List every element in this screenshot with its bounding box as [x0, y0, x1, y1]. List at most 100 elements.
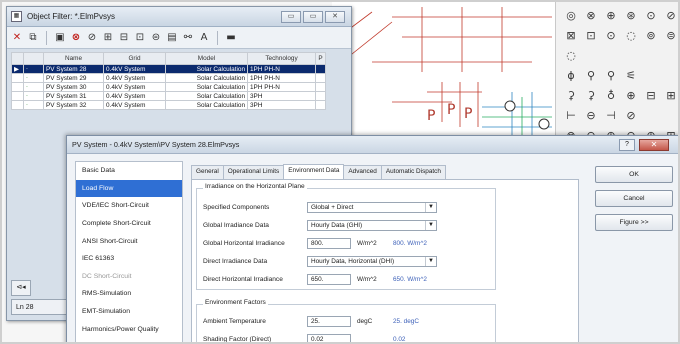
palette-symbol-icon[interactable]: ⊟	[642, 86, 660, 104]
table-row[interactable]: ᐧ PV System 32 0.4kV System Solar Calcul…	[11, 100, 326, 110]
palette-symbol-icon[interactable]	[642, 106, 660, 124]
cell-model[interactable]: Solar Calculation	[165, 82, 248, 92]
save-icon[interactable]: ▬	[225, 31, 237, 45]
palette-symbol-icon[interactable]: ⊜	[662, 26, 678, 44]
nav-item-rms-simulation[interactable]: RMS-Simulation	[76, 285, 182, 303]
calculator-icon[interactable]: ⊜	[150, 31, 162, 45]
cell-grid[interactable]: 0.4kV System	[103, 64, 166, 74]
cell-grid[interactable]: 0.4kV System	[103, 82, 166, 92]
palette-symbol-icon[interactable]: ⊙	[642, 6, 660, 24]
select-columns-icon[interactable]: ⊟	[118, 31, 130, 45]
palette-symbol-icon[interactable]: ϕ	[562, 66, 580, 84]
palette-symbol-icon[interactable]: ⊚	[642, 26, 660, 44]
global-horizontal-input[interactable]: 800.	[307, 237, 351, 249]
mark-icon[interactable]: ⊘	[86, 31, 98, 45]
nav-item-vde-iec-short-circuit[interactable]: VDE/IEC Short-Circuit	[76, 197, 182, 215]
tab-operational-limits[interactable]: Operational Limits	[222, 165, 285, 179]
detail-mode-icon[interactable]: ⊞	[102, 31, 114, 45]
maximize-button[interactable]: ▭	[303, 11, 323, 23]
palette-symbol-icon[interactable]: ♁	[602, 86, 620, 104]
table-row[interactable]: ▶ ᐧ PV System 28 0.4kV System Solar Calc…	[11, 64, 326, 74]
cell-technology[interactable]: 3PH	[247, 100, 316, 110]
figure-button[interactable]: Figure >>	[595, 214, 673, 231]
table-icon[interactable]: ▤	[166, 31, 178, 45]
cell-technology[interactable]: 1PH PH-N	[247, 82, 316, 92]
cell-name[interactable]: PV System 30	[43, 82, 104, 92]
cell-model[interactable]: Solar Calculation	[165, 73, 248, 83]
dialog-close-button[interactable]: ✕	[639, 139, 669, 151]
palette-symbol-icon[interactable]	[602, 46, 620, 64]
direct-horizontal-input[interactable]: 650.	[307, 273, 351, 285]
nav-item-harmonics[interactable]: Harmonics/Power Quality	[76, 320, 182, 338]
font-icon[interactable]: A	[198, 31, 210, 45]
delete-icon[interactable]: ✕	[11, 31, 23, 45]
palette-symbol-icon[interactable]: ⚳	[562, 86, 580, 104]
minimize-button[interactable]: ▭	[281, 11, 301, 23]
palette-symbol-icon[interactable]: ⊗	[582, 6, 600, 24]
palette-symbol-icon[interactable]: ⊢	[562, 106, 580, 124]
tab-advanced[interactable]: Advanced	[343, 165, 382, 179]
palette-symbol-icon[interactable]: ◎	[562, 6, 580, 24]
palette-symbol-icon[interactable]	[642, 46, 660, 64]
cell-name[interactable]: PV System 32	[43, 100, 104, 110]
palette-symbol-icon[interactable]	[582, 46, 600, 64]
cell-technology[interactable]: 1PH PH-N	[247, 64, 316, 74]
palette-symbol-icon[interactable]: ⊕	[602, 6, 620, 24]
chevron-down-icon[interactable]: ▼	[425, 202, 436, 212]
column-header-model[interactable]: Model	[165, 52, 248, 65]
palette-symbol-icon[interactable]	[662, 46, 678, 64]
dialog-titlebar[interactable]: PV System - 0.4kV System\PV System 28.El…	[67, 136, 678, 154]
palette-symbol-icon[interactable]: ◌	[562, 46, 580, 64]
palette-symbol-icon[interactable]: ⊠	[562, 26, 580, 44]
palette-symbol-icon[interactable]: ⊖	[582, 106, 600, 124]
direct-data-select[interactable]: Hourly Data, Horizontal (DHI) ▼	[307, 255, 437, 267]
cell-name[interactable]: PV System 31	[43, 91, 104, 101]
palette-symbol-icon[interactable]: ⊞	[662, 86, 678, 104]
palette-symbol-icon[interactable]: ⊕	[622, 86, 640, 104]
tab-general[interactable]: General	[191, 165, 224, 179]
tab-environment-data[interactable]: Environment Data	[283, 164, 345, 179]
cell-technology[interactable]: 1PH PH-N	[247, 73, 316, 83]
palette-symbol-icon[interactable]: ◌	[622, 26, 640, 44]
nav-item-load-flow[interactable]: Load Flow	[76, 179, 182, 198]
column-header-grid[interactable]: Grid	[103, 52, 166, 65]
palette-symbol-icon[interactable]	[642, 66, 660, 84]
binoculars-icon[interactable]: ⚯	[182, 31, 194, 45]
palette-symbol-icon[interactable]: ⚲	[582, 66, 600, 84]
cancel-button[interactable]: Cancel	[595, 190, 673, 207]
column-header-p[interactable]: P	[315, 52, 326, 65]
palette-symbol-icon[interactable]: ⚳	[582, 86, 600, 104]
palette-symbol-icon[interactable]: ⊛	[622, 6, 640, 24]
nav-item-dc-short-circuit[interactable]: DC Short-Circuit	[76, 268, 182, 286]
cell-model[interactable]: Solar Calculation	[165, 64, 248, 74]
table-row[interactable]: ᐧ PV System 29 0.4kV System Solar Calcul…	[11, 73, 326, 83]
palette-symbol-icon[interactable]: ⊘	[622, 106, 640, 124]
column-header[interactable]	[23, 52, 44, 65]
cell-name[interactable]: PV System 29	[43, 73, 104, 83]
nav-item-basic-data[interactable]: Basic Data	[76, 162, 182, 180]
specified-components-select[interactable]: Global + Direct ▼	[307, 201, 437, 213]
tab-automatic-dispatch[interactable]: Automatic Dispatch	[380, 165, 446, 179]
palette-symbol-icon[interactable]: ⊙	[602, 26, 620, 44]
cell-model[interactable]: Solar Calculation	[165, 100, 248, 110]
chevron-down-icon[interactable]: ▼	[425, 220, 436, 230]
global-data-select[interactable]: Hourly Data (GHI) ▼	[307, 219, 437, 231]
nav-item-iec-61363[interactable]: IEC 61363	[76, 250, 182, 268]
edit-icon[interactable]: ▣	[54, 31, 66, 45]
copy-icon[interactable]: ⧉	[27, 31, 39, 45]
scroll-left-button[interactable]: ⊲◂	[11, 280, 31, 296]
palette-symbol-icon[interactable]	[662, 106, 678, 124]
cell-name[interactable]: PV System 28	[43, 64, 104, 74]
out-of-service-icon[interactable]: ⊗	[70, 31, 82, 45]
nav-item-complete-short-circuit[interactable]: Complete Short-Circuit	[76, 215, 182, 233]
column-header-name[interactable]: Name	[43, 52, 104, 65]
column-header-technology[interactable]: Technology	[247, 52, 316, 65]
ambient-temperature-input[interactable]: 25.	[307, 315, 351, 327]
cell-grid[interactable]: 0.4kV System	[103, 91, 166, 101]
pv-system-dialog[interactable]: PV System - 0.4kV System\PV System 28.El…	[66, 135, 678, 342]
palette-symbol-icon[interactable]: ⚲	[602, 66, 620, 84]
palette-symbol-icon[interactable]: ⊘	[662, 6, 678, 24]
table-row[interactable]: ᐧ PV System 30 0.4kV System Solar Calcul…	[11, 82, 326, 92]
column-header[interactable]	[11, 52, 24, 65]
filter-icon[interactable]: ⊡	[134, 31, 146, 45]
